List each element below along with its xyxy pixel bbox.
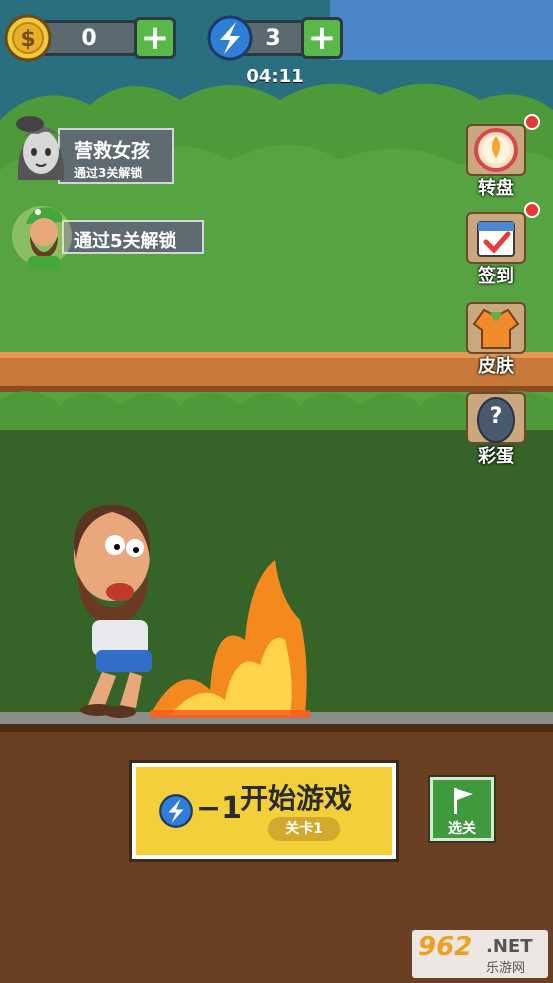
girl-avatar-icon — [16, 116, 65, 180]
skin-button[interactable]: 皮肤 — [462, 302, 530, 377]
wheel-notification-dot — [524, 114, 540, 130]
unlock-title: 营救女孩 — [74, 140, 151, 162]
site-watermark: 962 .NET 乐游网 — [412, 930, 548, 978]
unlock-subtitle: 通过3关解锁 — [74, 166, 143, 180]
prize-wheel-label: 转盘 — [478, 178, 514, 199]
watermark-brand: 962 — [418, 932, 473, 962]
plus-icon: + — [140, 18, 170, 58]
easter-egg-label: 彩蛋 — [478, 446, 514, 467]
svg-text:$: $ — [20, 27, 35, 52]
unlock-title: 通过5关解锁 — [74, 231, 177, 252]
level-badge: 关卡1 — [268, 817, 340, 841]
watermark-sub: 乐游网 — [486, 961, 526, 976]
add-coins-button[interactable]: + — [134, 17, 176, 59]
skin-label: 皮肤 — [478, 356, 514, 377]
check-in-button[interactable]: 签到 — [462, 212, 530, 287]
coin-icon: $ — [4, 14, 52, 62]
checkin-notification-dot — [524, 202, 540, 218]
question-mark-icon: ? — [489, 404, 503, 429]
calendar-check-icon — [477, 221, 515, 257]
prize-wheel-button[interactable]: 转盘 — [462, 124, 530, 199]
easter-egg-button[interactable]: ? 彩蛋 — [462, 392, 530, 467]
plus-icon: + — [307, 18, 337, 58]
check-in-label: 签到 — [478, 266, 514, 287]
start-game-label: 开始游戏 — [240, 782, 353, 815]
coin-counter: 0 — [40, 20, 138, 56]
dino-hat-man-avatar-icon — [12, 206, 72, 270]
lightning-icon — [159, 794, 193, 828]
level-select-button[interactable]: 选关 — [430, 777, 494, 841]
unlock-card-rescue-girl[interactable]: 营救女孩 通过3关解锁 — [58, 128, 174, 184]
start-game-button[interactable]: −1 开始游戏 关卡1 — [132, 763, 396, 859]
level-select-label: 选关 — [448, 821, 476, 837]
jacket-icon — [472, 308, 520, 349]
prize-wheel-icon — [474, 128, 518, 172]
energy-cost: −1 — [196, 791, 243, 826]
flag-icon — [454, 788, 473, 814]
watermark-net: .NET — [486, 936, 533, 957]
unlock-card-level5[interactable]: 通过5关解锁 — [62, 220, 204, 254]
game-scene: 0 $ + 3 + 04:11 营救女孩 通过3关解锁 通过5关解锁 转盘 签到… — [0, 0, 553, 983]
add-energy-button[interactable]: + — [301, 17, 343, 59]
energy-count: 3 — [265, 25, 281, 51]
coin-count: 0 — [81, 25, 97, 51]
energy-timer: 04:11 — [246, 66, 304, 87]
lightning-icon — [207, 15, 253, 61]
